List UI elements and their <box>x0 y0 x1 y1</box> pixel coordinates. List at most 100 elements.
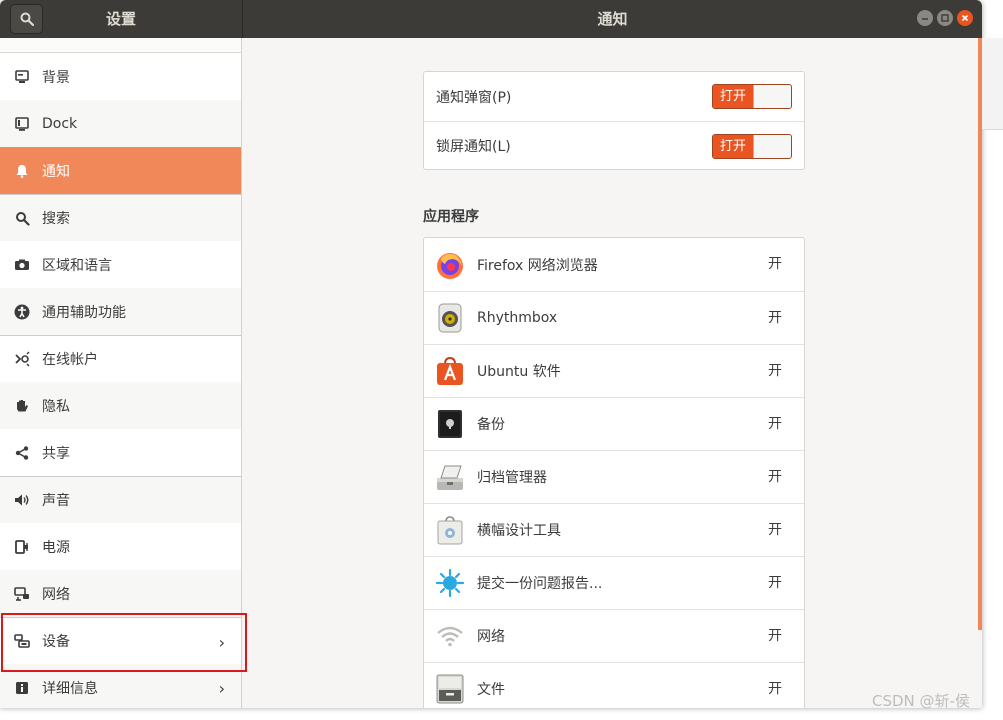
app-name: 归档管理器 <box>477 470 547 486</box>
banner-designer-icon <box>434 514 466 546</box>
sidebar-item-dock[interactable]: Dock <box>0 100 241 147</box>
search-icon <box>20 12 34 26</box>
switch-knob <box>753 85 791 108</box>
sidebar-item-search[interactable]: 搜索 <box>0 194 241 241</box>
app-name: 网络 <box>477 629 505 645</box>
camera-icon <box>13 256 31 274</box>
app-notification-state: 开 <box>768 363 782 379</box>
wifi-icon <box>434 620 466 652</box>
archive-manager-icon <box>434 461 466 493</box>
sidebar-item-label: 电源 <box>42 539 70 556</box>
notifications-panel: 通知弹窗(P) 打开 锁屏通知(L) 打开 应用程序 Firefox 网络浏览器… <box>243 38 982 708</box>
app-notification-state: 开 <box>768 310 782 326</box>
lock-screen-label: 锁屏通知(L) <box>436 139 511 155</box>
app-row-archive-manager[interactable]: 归档管理器 开 <box>424 450 804 503</box>
online-accounts-icon <box>13 350 31 368</box>
sidebar: 背景 Dock 通知 搜索 区域和语言 通用辅助功能 在线帐户 隐私 共享 声音… <box>0 38 242 708</box>
chevron-right-icon: › <box>218 679 225 698</box>
popups-label: 通知弹窗(P) <box>436 89 512 106</box>
devices-icon <box>13 632 31 650</box>
files-icon <box>434 673 466 705</box>
sidebar-item-sharing[interactable]: 共享 <box>0 429 241 476</box>
firefox-icon <box>434 249 466 281</box>
sidebar-item-network[interactable]: 网络 <box>0 570 241 617</box>
info-icon <box>13 679 31 697</box>
backup-icon <box>434 408 466 440</box>
sidebar-item-label: 在线帐户 <box>42 352 98 368</box>
background-window-edge <box>982 38 1003 130</box>
minimize-icon <box>922 18 928 20</box>
app-name: Firefox 网络浏览器 <box>477 257 598 274</box>
page-title: 通知 <box>597 10 628 28</box>
app-notification-state: 开 <box>768 469 782 485</box>
network-icon <box>13 585 31 603</box>
settings-window: 设置 通知 背景 Dock 通知 搜索 区域和语言 通用辅助功能 在线帐户 隐私… <box>0 0 982 708</box>
close-button[interactable] <box>957 10 973 26</box>
sidebar-item-privacy[interactable]: 隐私 <box>0 382 241 429</box>
sidebar-item-label: Dock <box>42 115 78 132</box>
notification-toggles-card: 通知弹窗(P) 打开 锁屏通知(L) 打开 <box>423 71 805 170</box>
sidebar-title: 设置 <box>105 10 136 28</box>
sidebar-item-label: 设备 <box>42 634 70 650</box>
search-button[interactable] <box>10 4 43 34</box>
close-icon <box>961 14 969 22</box>
app-name: 提交一份问题报告... <box>477 576 603 592</box>
sidebar-item-sound[interactable]: 声音 <box>0 476 241 523</box>
rhythmbox-icon <box>434 302 466 334</box>
chevron-right-icon: › <box>218 633 225 652</box>
sidebar-item-details[interactable]: 详细信息 › <box>0 664 241 708</box>
app-notification-state: 开 <box>768 256 782 272</box>
lock-screen-row: 锁屏通知(L) 打开 <box>424 121 804 170</box>
app-name: Rhythmbox <box>477 310 558 326</box>
sidebar-item-online-accounts[interactable]: 在线帐户 <box>0 335 241 382</box>
bell-icon <box>13 162 31 180</box>
power-icon <box>13 538 31 556</box>
watermark: CSDN @斩-侯 <box>872 692 970 710</box>
app-name: 文件 <box>477 682 505 698</box>
sidebar-item-region-language[interactable]: 区域和语言 <box>0 241 241 288</box>
app-row-backup[interactable]: 备份 开 <box>424 397 804 450</box>
app-row-bug-report[interactable]: 提交一份问题报告... 开 <box>424 556 804 609</box>
sidebar-item-label: 隐私 <box>42 398 70 415</box>
sidebar-item-label: 共享 <box>42 445 70 462</box>
sidebar-item-notifications[interactable]: 通知 <box>0 147 241 194</box>
app-row-ubuntu-software[interactable]: Ubuntu 软件 开 <box>424 344 804 397</box>
switch-on-label: 打开 <box>713 85 753 108</box>
app-row-banner-designer[interactable]: 横幅设计工具 开 <box>424 503 804 556</box>
sidebar-item-label: 通用辅助功能 <box>42 304 126 321</box>
popups-switch[interactable]: 打开 <box>712 84 792 109</box>
maximize-button[interactable] <box>937 10 953 26</box>
app-row-firefox[interactable]: Firefox 网络浏览器 开 <box>424 238 804 291</box>
sidebar-item-label: 详细信息 <box>42 680 98 697</box>
sidebar-item-label: 区域和语言 <box>42 257 112 274</box>
switch-knob <box>753 135 791 158</box>
header-bar: 设置 通知 <box>0 0 982 38</box>
app-name: Ubuntu 软件 <box>477 364 561 380</box>
sidebar-item-label: 声音 <box>42 493 70 509</box>
speaker-icon <box>13 491 31 509</box>
sidebar-item-label: 搜索 <box>42 211 70 227</box>
sidebar-item-background[interactable]: 背景 <box>0 53 241 100</box>
app-row-files[interactable]: 文件 开 <box>424 662 804 708</box>
lock-screen-switch[interactable]: 打开 <box>712 134 792 159</box>
app-notification-state: 开 <box>768 681 782 697</box>
applications-section-title: 应用程序 <box>423 209 479 225</box>
sidebar-item-power[interactable]: 电源 <box>0 523 241 570</box>
hand-icon <box>13 397 31 415</box>
search-icon <box>13 209 31 227</box>
sidebar-item-devices[interactable]: 设备 › <box>0 617 241 664</box>
applications-list: Firefox 网络浏览器 开 Rhythmbox 开 Ubuntu 软件 开 <box>423 237 805 708</box>
bug-report-icon <box>434 567 466 599</box>
background-icon <box>13 68 31 86</box>
app-name: 备份 <box>477 417 505 433</box>
minimize-button[interactable] <box>917 10 933 26</box>
app-notification-state: 开 <box>768 522 782 538</box>
app-row-network[interactable]: 网络 开 <box>424 609 804 662</box>
app-notification-state: 开 <box>768 575 782 591</box>
app-notification-state: 开 <box>768 416 782 432</box>
sidebar-top-divider <box>0 38 241 53</box>
popups-row: 通知弹窗(P) 打开 <box>424 72 804 121</box>
app-name: 横幅设计工具 <box>477 523 561 539</box>
sidebar-item-accessibility[interactable]: 通用辅助功能 <box>0 288 241 335</box>
app-row-rhythmbox[interactable]: Rhythmbox 开 <box>424 291 804 344</box>
